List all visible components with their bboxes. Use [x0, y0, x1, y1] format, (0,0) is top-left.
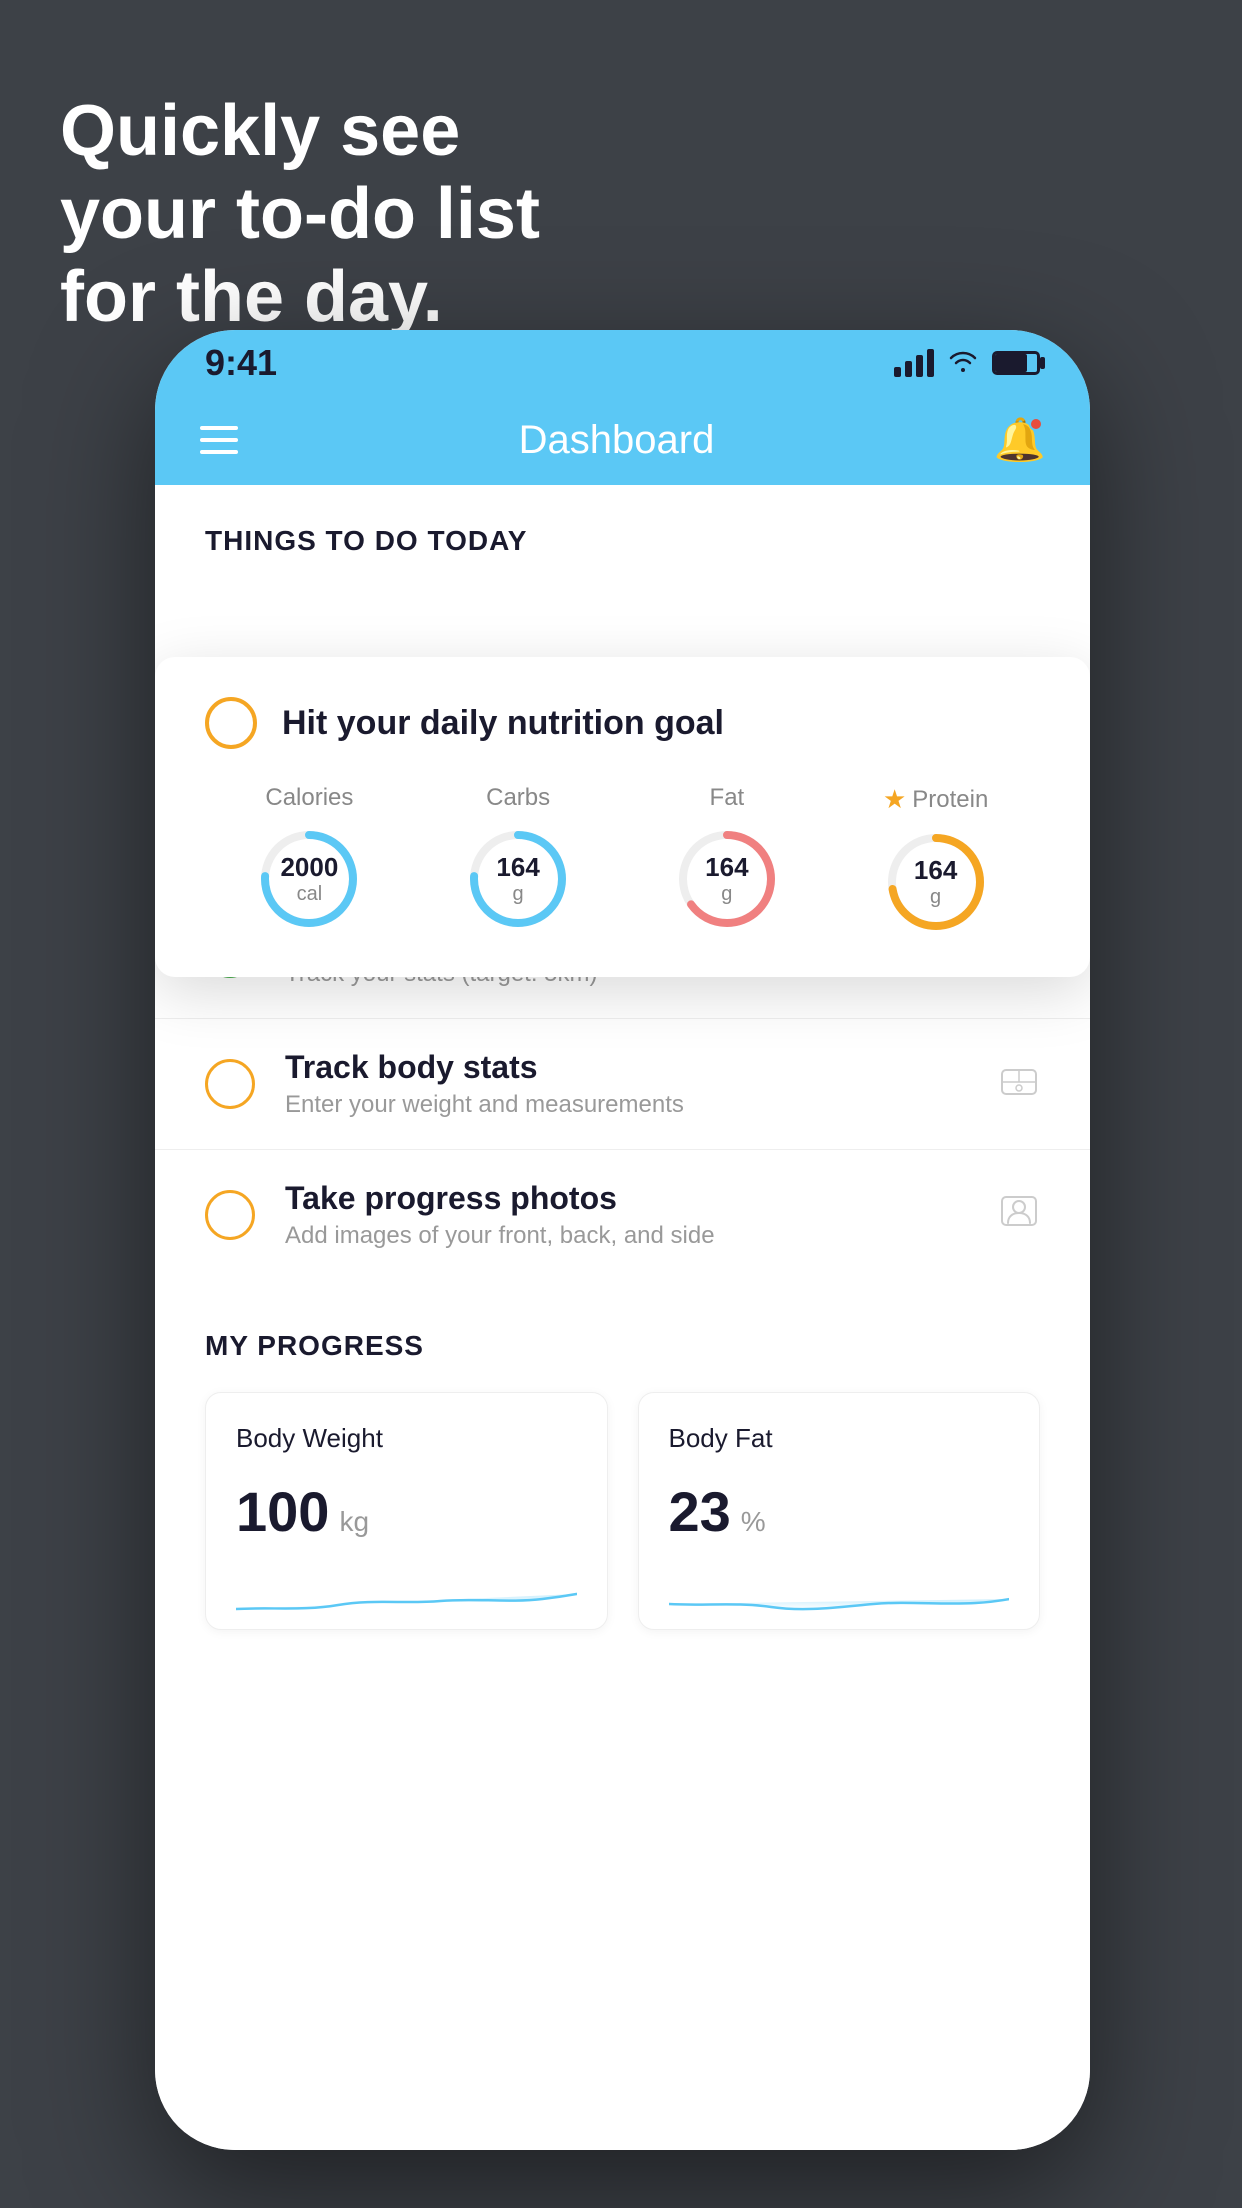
body-weight-card[interactable]: Body Weight 100 kg — [205, 1392, 608, 1630]
carbs-label: Carbs — [486, 784, 550, 812]
nutrition-card-title: Hit your daily nutrition goal — [282, 704, 724, 743]
person-icon — [998, 1193, 1040, 1238]
protein-ring: 164 g — [881, 827, 991, 937]
header-title: Dashboard — [519, 418, 715, 463]
headline-line2: your to-do list — [60, 174, 540, 254]
things-to-do-header: THINGS TO DO TODAY — [155, 485, 1090, 577]
nutrition-card[interactable]: Hit your daily nutrition goal Calories — [155, 657, 1090, 977]
notification-badge — [1029, 417, 1043, 431]
fat-value: 164 — [705, 852, 748, 883]
status-icons — [894, 347, 1040, 379]
notification-button[interactable]: 🔔 — [995, 415, 1045, 465]
status-time: 9:41 — [205, 342, 277, 384]
body-fat-unit: % — [741, 1506, 766, 1538]
status-bar: 9:41 — [155, 330, 1090, 395]
signal-icon — [894, 349, 934, 377]
todo-item-progress-photos[interactable]: Take progress photos Add images of your … — [155, 1149, 1090, 1280]
phone-frame: 9:41 Da — [155, 330, 1090, 2150]
scale-icon — [998, 1062, 1040, 1107]
body-fat-card-title: Body Fat — [669, 1423, 1010, 1454]
nutrition-protein: ★Protein 164 g — [881, 784, 991, 937]
nutrition-calories: Calories 2000 cal — [254, 784, 364, 934]
headline: Quickly see your to-do list for the day. — [60, 90, 540, 338]
headline-line3: for the day. — [60, 257, 443, 337]
photos-title: Take progress photos — [285, 1180, 968, 1217]
star-icon: ★ — [883, 784, 906, 815]
body-weight-card-title: Body Weight — [236, 1423, 577, 1454]
body-fat-value: 23 — [669, 1479, 731, 1544]
nutrition-fat: Fat 164 g — [672, 784, 782, 934]
nutrition-check-circle[interactable] — [205, 697, 257, 749]
progress-header: MY PROGRESS — [205, 1330, 1040, 1362]
body-weight-chart — [236, 1569, 577, 1629]
calories-ring: 2000 cal — [254, 824, 364, 934]
fat-unit: g — [705, 883, 748, 906]
calories-label: Calories — [265, 784, 353, 812]
fat-ring: 164 g — [672, 824, 782, 934]
progress-section: MY PROGRESS Body Weight 100 kg — [155, 1280, 1090, 1660]
calories-unit: cal — [280, 883, 338, 906]
main-content: THINGS TO DO TODAY Hit your daily nutrit… — [155, 485, 1090, 2150]
nutrition-carbs: Carbs 164 g — [463, 784, 573, 934]
protein-value: 164 — [914, 855, 957, 886]
headline-line1: Quickly see — [60, 91, 460, 171]
photos-subtitle: Add images of your front, back, and side — [285, 1222, 968, 1250]
body-fat-card[interactable]: Body Fat 23 % — [638, 1392, 1041, 1630]
body-stats-subtitle: Enter your weight and measurements — [285, 1091, 968, 1119]
fat-label: Fat — [710, 784, 745, 812]
todo-item-body-stats[interactable]: Track body stats Enter your weight and m… — [155, 1018, 1090, 1149]
progress-cards: Body Weight 100 kg — [205, 1392, 1040, 1630]
calories-value: 2000 — [280, 852, 338, 883]
app-header: Dashboard 🔔 — [155, 395, 1090, 485]
body-weight-unit: kg — [339, 1506, 369, 1538]
body-weight-value: 100 — [236, 1479, 329, 1544]
carbs-value: 164 — [496, 852, 539, 883]
body-fat-chart — [669, 1569, 1010, 1629]
carbs-ring: 164 g — [463, 824, 573, 934]
nutrition-circles: Calories 2000 cal — [205, 784, 1040, 937]
body-stats-check[interactable] — [205, 1059, 255, 1109]
battery-icon — [992, 351, 1040, 375]
wifi-icon — [948, 347, 978, 379]
photos-check[interactable] — [205, 1190, 255, 1240]
body-stats-title: Track body stats — [285, 1049, 968, 1086]
protein-label: ★Protein — [883, 784, 988, 815]
carbs-unit: g — [496, 883, 539, 906]
menu-button[interactable] — [200, 426, 238, 454]
protein-unit: g — [914, 886, 957, 909]
